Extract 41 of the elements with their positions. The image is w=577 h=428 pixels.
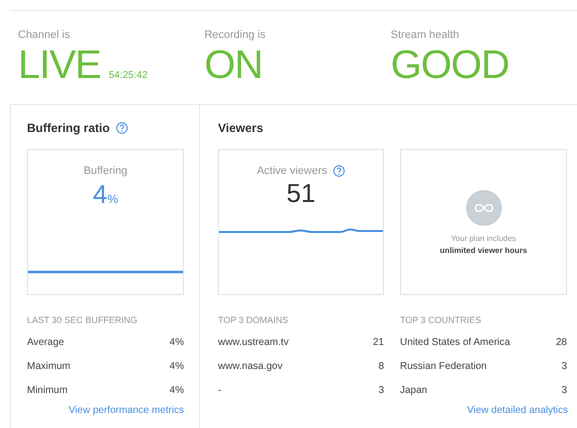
domain-name: - <box>218 385 222 398</box>
status-value: LIVE <box>18 42 101 88</box>
buffering-value: 4% <box>92 179 118 210</box>
metric-value: 4% <box>170 337 184 350</box>
country-count: 3 <box>561 361 567 374</box>
status-label: Recording is <box>204 29 266 41</box>
infinity-icon <box>466 190 502 226</box>
plan-text: Your plan includes <box>450 234 516 242</box>
live-timer: 54:25:42 <box>108 70 148 81</box>
domain-name: www.ustream.tv <box>218 337 289 350</box>
panel-title: Buffering ratio <box>27 121 110 135</box>
metric-value: 4% <box>170 361 184 374</box>
country-name: Japan <box>400 385 428 398</box>
plan-text: unlimited viewer hours <box>440 246 528 254</box>
domain-count: 3 <box>378 385 384 398</box>
country-name: Russian Federation <box>400 361 487 374</box>
domain-count: 8 <box>378 361 384 374</box>
domain-count: 21 <box>372 337 384 350</box>
card-label: Buffering <box>84 165 128 177</box>
section-title: TOP 3 DOMAINS <box>218 315 290 325</box>
metric-label: Average <box>27 337 64 350</box>
card-label: Active viewers <box>256 165 328 177</box>
panel-title: Viewers <box>218 121 264 135</box>
country-name: United States of America <box>400 337 510 350</box>
metric-label: Minimum <box>27 385 68 398</box>
help-icon[interactable] <box>116 122 128 134</box>
status-value: GOOD <box>390 42 509 88</box>
viewer-count: 51 <box>286 178 316 209</box>
status-label: Stream health <box>390 29 460 41</box>
country-count: 28 <box>556 337 567 350</box>
analytics-link[interactable]: View detailed analytics <box>467 405 568 416</box>
status-value: ON <box>204 42 262 88</box>
help-icon[interactable] <box>333 165 346 177</box>
domain-name: www.nasa.gov <box>218 361 282 374</box>
country-count: 3 <box>561 385 567 398</box>
metric-label: Maximum <box>27 361 70 374</box>
status-label: Channel is <box>18 29 71 41</box>
metric-value: 4% <box>170 385 184 398</box>
section-title: LAST 30 SEC BUFFERING <box>27 315 138 325</box>
section-title: TOP 3 COUNTRIES <box>400 315 482 325</box>
performance-link[interactable]: View performance metrics <box>68 405 184 416</box>
